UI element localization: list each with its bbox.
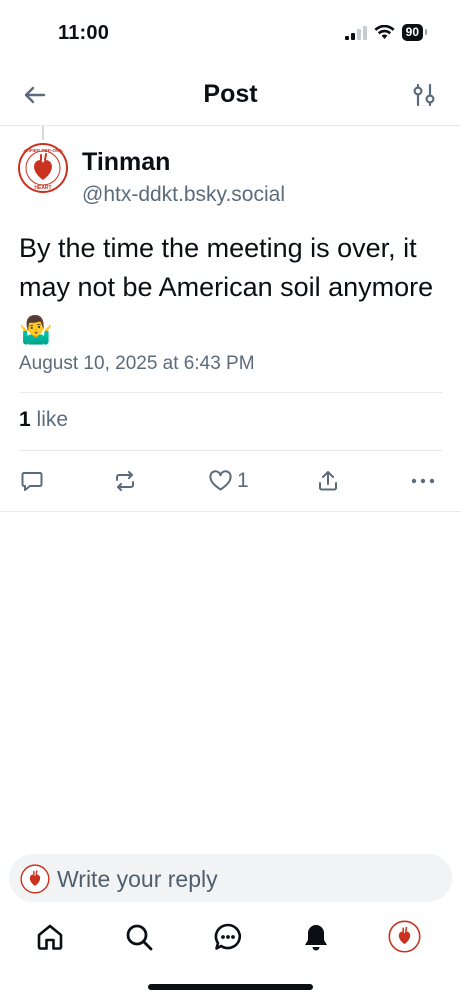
likes-label: like [36, 408, 69, 431]
cellular-signal-icon [344, 25, 367, 40]
divider [19, 450, 442, 451]
like-button[interactable]: 1 [208, 464, 249, 498]
svg-text:CERTIFIED PRE-OWNED: CERTIFIED PRE-OWNED [17, 148, 69, 153]
divider [19, 392, 442, 393]
search-icon [126, 924, 153, 951]
tab-notifications[interactable] [299, 920, 333, 954]
post-body: By the time the meeting is over, it may … [19, 229, 444, 350]
wifi-icon [374, 25, 395, 39]
reply-button[interactable] [20, 464, 44, 498]
battery-indicator: 90 [401, 24, 428, 41]
status-bar: 11:00 90 [0, 0, 461, 64]
tab-chat[interactable] [211, 920, 245, 954]
thread-settings-button[interactable] [411, 81, 437, 109]
home-indicator [148, 984, 313, 990]
header: Post [0, 64, 461, 126]
likes-count: 1 [19, 408, 31, 431]
bottom-tab-bar [0, 912, 461, 962]
share-icon [319, 471, 337, 491]
speech-bubble-icon [21, 472, 43, 491]
tab-profile[interactable] [388, 920, 421, 953]
share-button[interactable] [316, 464, 340, 498]
likes-summary[interactable]: 1 like [19, 408, 68, 432]
author-avatar[interactable]: CERTIFIED PRE-OWNED HEART [17, 142, 69, 194]
sliders-icon [413, 83, 435, 107]
tab-search[interactable] [122, 920, 156, 954]
ellipsis-icon [411, 478, 435, 484]
reply-composer[interactable]: Write your reply [9, 854, 452, 902]
status-icons: 90 [344, 24, 428, 41]
shrug-emoji: 🤷‍♂️ [19, 315, 53, 345]
repost-button[interactable] [113, 464, 137, 498]
heart-logo-avatar [388, 920, 421, 953]
heart-icon [209, 470, 232, 491]
heart-logo-avatar [20, 864, 50, 894]
post-actions: 1 [0, 464, 461, 498]
bell-icon [305, 925, 327, 951]
heart-logo-avatar: CERTIFIED PRE-OWNED HEART [17, 142, 69, 194]
post-timestamp: August 10, 2025 at 6:43 PM [19, 353, 255, 374]
page-title: Post [203, 80, 258, 108]
status-time: 11:00 [58, 22, 110, 44]
repost-icon [116, 471, 134, 491]
author-handle[interactable]: @htx-ddkt.bsky.social [82, 183, 285, 207]
post-text: By the time the meeting is over, it may … [19, 233, 434, 302]
thread-connector-line [42, 126, 44, 140]
tab-home[interactable] [33, 920, 67, 954]
home-icon [37, 924, 63, 950]
more-options-button[interactable] [410, 464, 436, 498]
my-avatar [20, 864, 50, 894]
chat-icon [214, 923, 242, 950]
svg-text:HEART: HEART [34, 185, 51, 191]
author-display-name[interactable]: Tinman [82, 148, 170, 177]
like-count: 1 [237, 469, 249, 492]
reply-placeholder: Write your reply [57, 866, 218, 892]
post-bottom-divider [0, 511, 461, 512]
